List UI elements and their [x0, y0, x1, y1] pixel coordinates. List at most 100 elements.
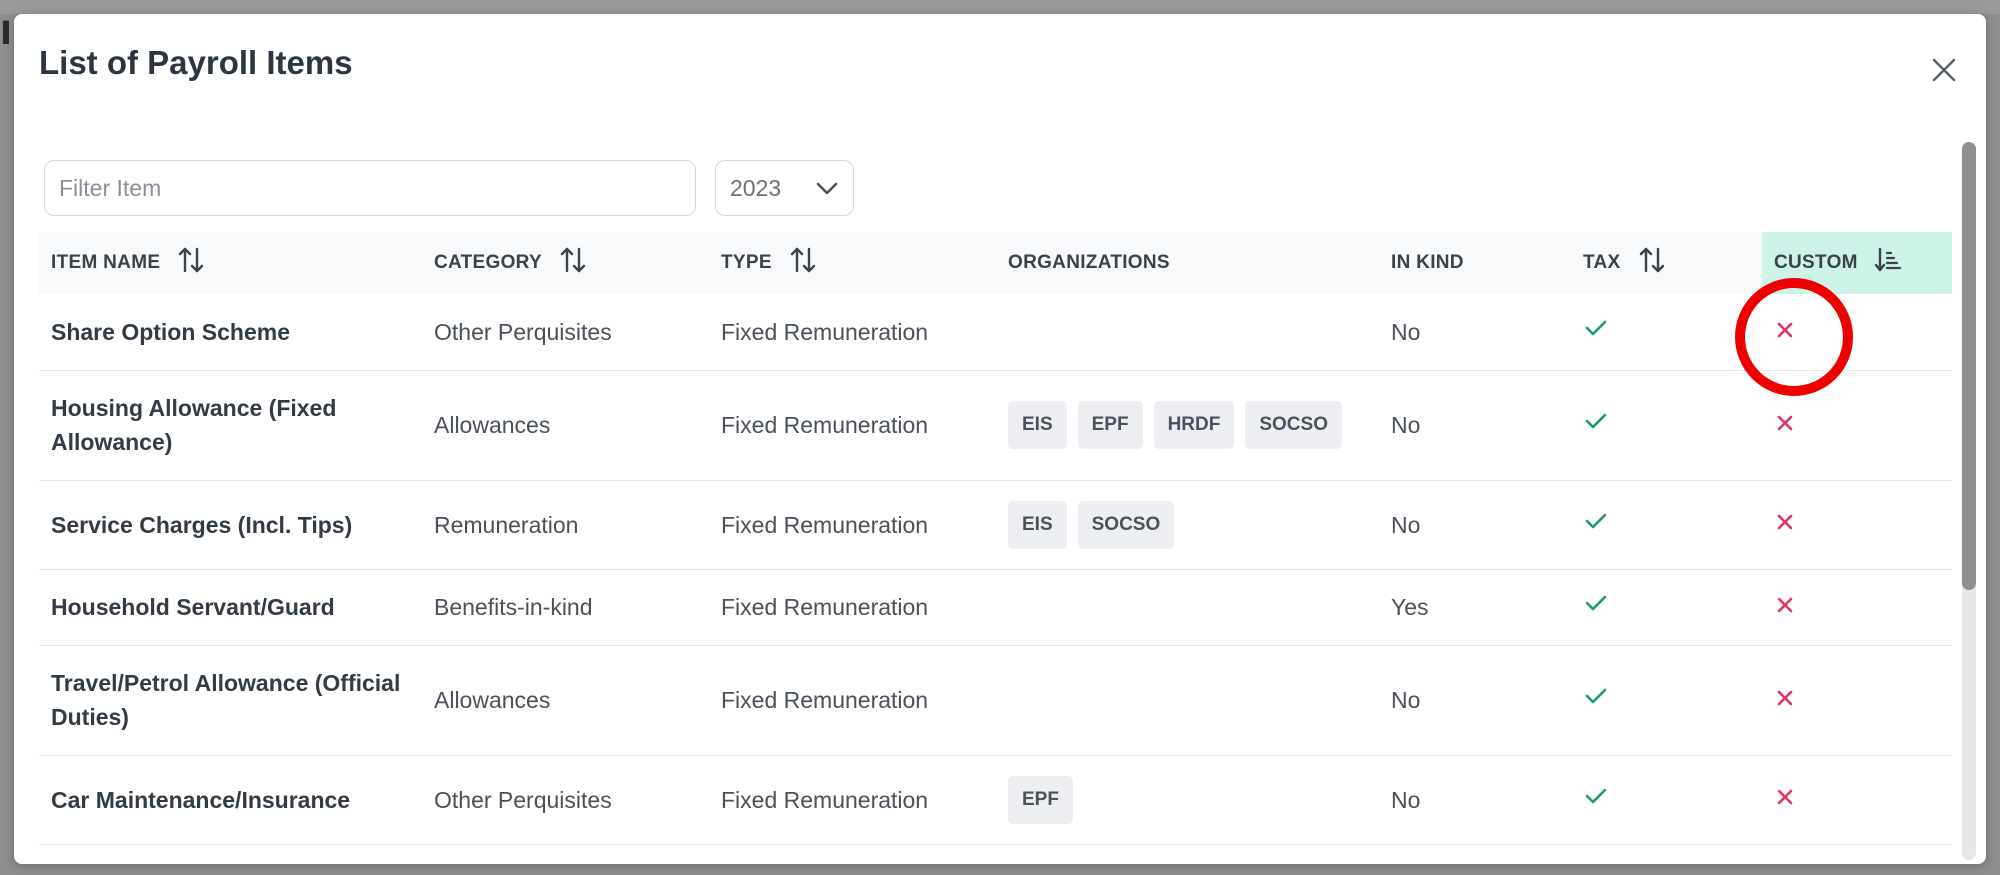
item-name-cell: Service Charges (Incl. Tips) — [39, 480, 422, 570]
organizations-cell: EIS EPF HRDF SOCSO — [996, 370, 1379, 481]
table-row[interactable]: Travel/Petrol Allowance (Official Duties… — [39, 645, 1952, 756]
close-icon — [1932, 58, 1956, 82]
type-cell: Fixed Remuneration — [709, 569, 996, 646]
organization-badge: HRDF — [1153, 401, 1235, 449]
cross-icon — [1774, 591, 1796, 625]
cross-icon — [1774, 508, 1796, 542]
year-select[interactable]: 2023 — [715, 160, 854, 216]
payroll-items-table-container: ITEM NAME CATEGORY TYPE ORGANIZATIONS IN KIN… — [39, 232, 1952, 864]
custom-cell — [1762, 370, 1952, 481]
check-icon — [1583, 783, 1609, 818]
custom-cell — [1762, 755, 1952, 845]
table-row[interactable]: Service Charges (Incl. Tips) Remuneration… — [39, 480, 1952, 570]
category-cell: Other Perquisites — [422, 755, 709, 845]
type-cell: Fixed Remuneration — [709, 480, 996, 570]
check-icon — [1583, 508, 1609, 543]
organization-badge: EIS — [1008, 401, 1067, 449]
organizations-cell: EPF — [996, 755, 1379, 845]
check-icon — [1583, 408, 1609, 443]
table-body: Share Option Scheme Other Perquisites Fixe… — [39, 294, 1952, 845]
category-cell: Allowances — [422, 645, 709, 756]
in-kind-cell: No — [1379, 645, 1571, 756]
scrollbar-thumb[interactable] — [1962, 142, 1976, 590]
custom-cell — [1762, 645, 1952, 756]
type-cell: Fixed Remuneration — [709, 294, 996, 371]
column-header-in-kind: IN KIND — [1379, 232, 1571, 294]
tax-cell — [1571, 569, 1762, 646]
tax-cell — [1571, 645, 1762, 756]
page-backdrop — [0, 0, 2000, 14]
type-cell: Fixed Remuneration — [709, 370, 996, 481]
table-row[interactable]: Car Maintenance/Insurance Other Perquisit… — [39, 755, 1952, 845]
column-header-tax[interactable]: TAX — [1571, 232, 1762, 294]
tax-cell — [1571, 755, 1762, 845]
item-name-cell: Household Servant/Guard — [39, 569, 422, 646]
organization-badge: EPF — [1077, 401, 1143, 449]
organization-badge: EPF — [1008, 775, 1073, 824]
in-kind-cell: Yes — [1379, 569, 1571, 646]
tax-cell — [1571, 294, 1762, 371]
column-header-category[interactable]: CATEGORY — [422, 232, 709, 294]
organizations-cell — [996, 569, 1379, 646]
sort-icon[interactable] — [558, 245, 588, 281]
sort-icon[interactable] — [176, 245, 206, 281]
check-icon — [1583, 590, 1609, 625]
organizations-cell — [996, 294, 1379, 371]
column-header-label: TYPE — [721, 252, 772, 274]
category-cell: Allowances — [422, 370, 709, 481]
column-header-custom[interactable]: CUSTOM — [1762, 232, 1952, 294]
category-cell: Benefits-in-kind — [422, 569, 709, 646]
item-name-cell: Share Option Scheme — [39, 294, 422, 371]
organizations-cell — [996, 645, 1379, 756]
column-header-label: IN KIND — [1391, 252, 1464, 273]
payroll-items-modal: List of Payroll Items 2023 ITEM NAME CATE… — [14, 14, 1986, 864]
tax-cell — [1571, 370, 1762, 481]
close-button[interactable] — [1924, 50, 1964, 90]
column-header-label: ORGANIZATIONS — [1008, 252, 1170, 273]
sort-descending-icon[interactable] — [1874, 246, 1902, 280]
modal-title: List of Payroll Items — [39, 44, 353, 81]
column-header-label: TAX — [1583, 252, 1621, 274]
custom-cell — [1762, 294, 1952, 371]
check-icon — [1583, 315, 1609, 350]
organization-badge: EIS — [1008, 500, 1067, 549]
item-name-cell: Car Maintenance/Insurance — [39, 755, 422, 845]
item-name-cell: Housing Allowance (Fixed Allowance) — [39, 370, 422, 481]
organization-badge: SOCSO — [1077, 500, 1175, 549]
in-kind-cell: No — [1379, 755, 1571, 845]
category-cell: Other Perquisites — [422, 294, 709, 371]
type-cell: Fixed Remuneration — [709, 645, 996, 756]
chevron-down-icon — [816, 182, 838, 195]
sort-icon[interactable] — [1637, 245, 1667, 281]
column-header-item-name[interactable]: ITEM NAME — [39, 232, 422, 294]
cross-icon — [1774, 316, 1796, 350]
item-name-cell: Travel/Petrol Allowance (Official Duties… — [39, 645, 422, 756]
in-kind-cell: No — [1379, 480, 1571, 570]
type-cell: Fixed Remuneration — [709, 755, 996, 845]
sort-icon[interactable] — [788, 245, 818, 281]
column-header-type[interactable]: TYPE — [709, 232, 996, 294]
column-header-label: CATEGORY — [434, 252, 542, 274]
payroll-items-table: ITEM NAME CATEGORY TYPE ORGANIZATIONS IN KIN… — [39, 232, 1952, 845]
in-kind-cell: No — [1379, 370, 1571, 481]
table-row[interactable]: Housing Allowance (Fixed Allowance) Allow… — [39, 370, 1952, 481]
tax-cell — [1571, 480, 1762, 570]
custom-cell — [1762, 569, 1952, 646]
category-cell: Remuneration — [422, 480, 709, 570]
organization-badge: SOCSO — [1245, 401, 1342, 449]
column-header-label: ITEM NAME — [51, 252, 161, 274]
column-header-label: CUSTOM — [1774, 252, 1858, 274]
cross-icon — [1774, 684, 1796, 718]
year-select-value: 2023 — [730, 174, 782, 201]
cross-icon — [1774, 783, 1796, 817]
organizations-cell: EIS SOCSO — [996, 480, 1379, 570]
table-header-row: ITEM NAME CATEGORY TYPE ORGANIZATIONS IN KIN… — [39, 232, 1952, 294]
column-header-organizations: ORGANIZATIONS — [996, 232, 1379, 294]
table-row[interactable]: Share Option Scheme Other Perquisites Fixe… — [39, 294, 1952, 371]
custom-cell — [1762, 480, 1952, 570]
in-kind-cell: No — [1379, 294, 1571, 371]
cross-icon — [1774, 409, 1796, 443]
table-row[interactable]: Household Servant/Guard Benefits-in-kind F… — [39, 569, 1952, 646]
check-icon — [1583, 683, 1609, 718]
filter-item-input[interactable] — [44, 160, 696, 216]
